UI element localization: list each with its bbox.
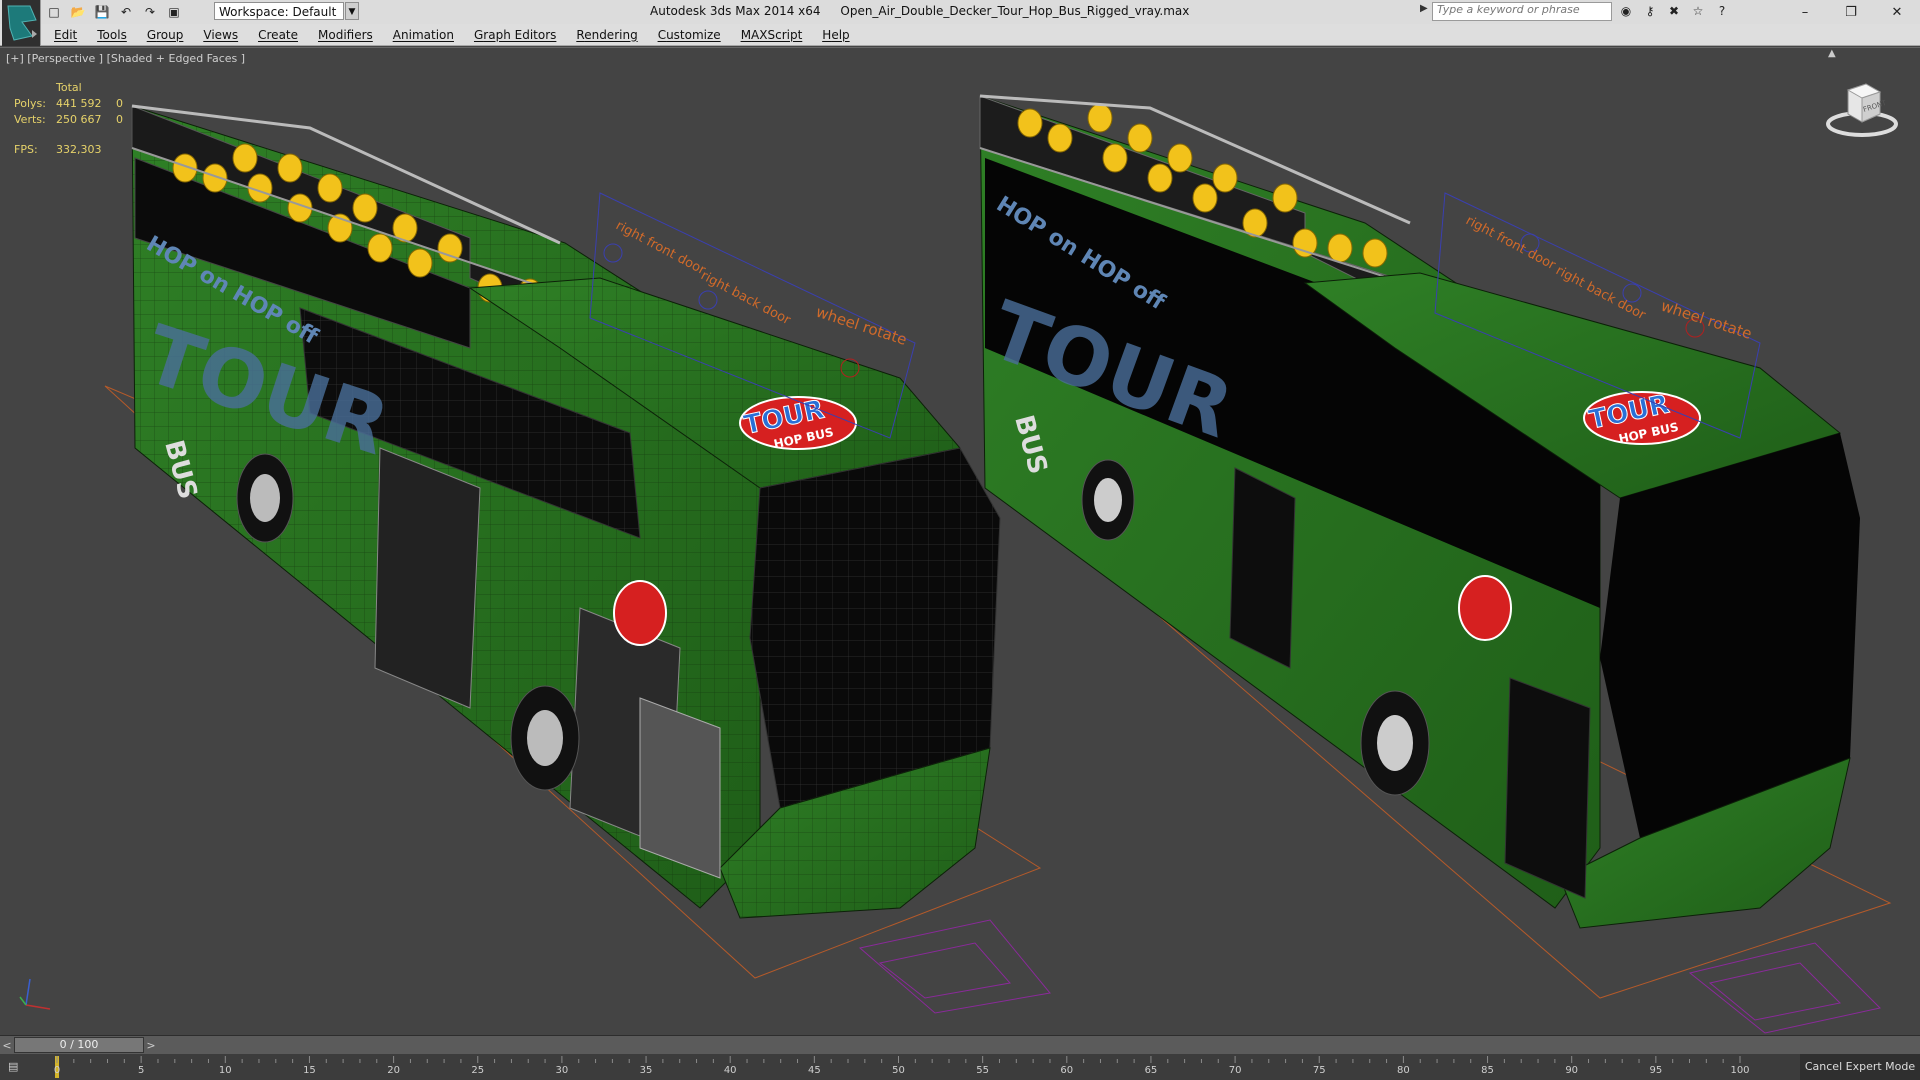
frame-tick-label: 80: [1397, 1065, 1410, 1076]
frame-tick-label: 10: [218, 1065, 232, 1076]
menu-bar: Edit Tools Group Views Create Modifiers …: [0, 24, 1920, 46]
binoculars-icon[interactable]: ◉: [1616, 2, 1636, 20]
menu-create[interactable]: Create: [258, 28, 298, 42]
fps-label: FPS:: [14, 143, 38, 156]
quick-access-toolbar: □ 📂 💾 ↶ ↷ ▣: [44, 2, 184, 22]
frame-tick-label: 35: [639, 1065, 653, 1076]
frame-tick-label: 75: [1312, 1065, 1326, 1076]
polys-label: Polys:: [14, 97, 46, 110]
title-bar: □ 📂 💾 ↶ ↷ ▣ Workspace: Default ▼ Autodes…: [0, 0, 1920, 46]
menu-animation[interactable]: Animation: [393, 28, 454, 42]
frame-tick-label: 0: [53, 1065, 61, 1076]
frame-tick-label: 100: [1730, 1065, 1750, 1076]
app-logo-icon: [7, 5, 37, 41]
verts-selected: 0: [116, 113, 123, 126]
frame-tick-label: 85: [1481, 1065, 1494, 1076]
window-title: Autodesk 3ds Max 2014 x64 Open_Air_Doubl…: [650, 4, 1205, 18]
polys-selected: 0: [116, 97, 123, 110]
verts-value: 250 667: [56, 113, 102, 126]
exchange-icon[interactable]: ✖: [1664, 2, 1684, 20]
viewport-label-menu[interactable]: [+] [Perspective ] [Shaded + Edged Faces…: [6, 52, 245, 65]
frame-tick-label: 70: [1228, 1065, 1242, 1076]
frame-tick-label: 30: [555, 1065, 569, 1076]
frame-tick-label: 40: [723, 1065, 737, 1076]
key-icon[interactable]: ⚷: [1640, 2, 1660, 20]
frame-tick-label: 20: [387, 1065, 400, 1076]
frame-tick-label: 5: [137, 1065, 145, 1076]
close-icon[interactable]: ✕: [1874, 0, 1920, 24]
menu-tools[interactable]: Tools: [97, 28, 127, 42]
project-folder-icon[interactable]: ▣: [164, 3, 184, 21]
time-slider[interactable]: 0 / 100: [14, 1037, 144, 1053]
helper-label-right-2: wheel rotate: [1659, 297, 1754, 343]
app-menu-button[interactable]: [2, 0, 41, 46]
bus-left-side-logo: [613, 580, 667, 646]
redo-icon[interactable]: ↷: [140, 3, 160, 21]
help-icon[interactable]: ?: [1712, 2, 1732, 20]
polys-value: 441 592: [56, 97, 102, 110]
bus-left[interactable]: HOP on HOP off TOUR BUS TOUR HOP BUS rig…: [104, 104, 1051, 1014]
perspective-viewport[interactable]: HOP on HOP off TOUR BUS TOUR HOP BUS rig…: [0, 47, 1920, 1035]
menu-views[interactable]: Views: [203, 28, 238, 42]
frame-tick-label: 90: [1565, 1065, 1579, 1076]
menu-customize[interactable]: Customize: [658, 28, 721, 42]
menu-modifiers[interactable]: Modifiers: [318, 28, 373, 42]
search-expand-icon[interactable]: ▶: [1420, 3, 1428, 14]
track-bar-config-icon[interactable]: ▤: [8, 1060, 30, 1074]
file-name: Open_Air_Double_Decker_Tour_Hop_Bus_Rigg…: [840, 4, 1190, 18]
helper-label-left-2: wheel rotate: [814, 303, 909, 349]
frame-tick-label: 65: [1144, 1065, 1158, 1076]
chevron-down-icon[interactable]: ▼: [345, 2, 359, 20]
viewcube[interactable]: FRONT: [1826, 74, 1898, 138]
stats-total-header: Total: [56, 81, 82, 94]
open-file-icon[interactable]: 📂: [68, 3, 88, 21]
app-name: Autodesk 3ds Max 2014 x64: [650, 4, 821, 18]
dummy-helper-left: [858, 919, 1051, 1014]
workspace-dropdown[interactable]: Workspace: Default: [214, 2, 344, 20]
bus-right-side-logo: [1458, 575, 1512, 641]
verts-label: Verts:: [14, 113, 46, 126]
new-file-icon[interactable]: □: [44, 3, 64, 21]
menu-maxscript[interactable]: MAXScript: [741, 28, 803, 42]
time-next-button[interactable]: >: [144, 1036, 158, 1055]
menu-help[interactable]: Help: [822, 28, 849, 42]
menu-group[interactable]: Group: [147, 28, 184, 42]
window-controls: – ❐ ✕: [1782, 0, 1920, 24]
infocenter-tools: ◉ ⚷ ✖ ☆ ?: [1616, 2, 1732, 20]
bus-right[interactable]: HOP on HOP off TOUR BUS TOUR HOP BUS rig…: [979, 94, 1892, 1034]
minimize-icon[interactable]: –: [1782, 0, 1828, 24]
helper-text-left: [925, 968, 931, 981]
save-file-icon[interactable]: 💾: [92, 3, 112, 21]
lock-icon[interactable]: ▲: [1828, 48, 1836, 59]
time-slider-bar: < 0 / 100 >: [0, 1035, 1920, 1055]
frame-tick-label: 50: [892, 1065, 905, 1076]
frame-tick-label: 95: [1649, 1065, 1663, 1076]
frame-tick-label: 55: [976, 1065, 990, 1076]
axis-tripod-icon: [19, 978, 51, 1010]
helper-label-left-0: right front door: [613, 218, 708, 278]
frame-tick-label: 45: [807, 1065, 821, 1076]
restore-icon[interactable]: ❐: [1828, 0, 1874, 24]
dummy-helper-right: [1688, 942, 1882, 1034]
frame-tick-label: 60: [1060, 1065, 1074, 1076]
track-bar: ▤ 0 5 10 15 20 25 30 35 40 45 50 55 60 65 70 75 80 85 90 95…: [0, 1054, 1920, 1080]
helper-label-right-0: right front door: [1463, 213, 1558, 273]
menu-graph-editors[interactable]: Graph Editors: [474, 28, 556, 42]
time-prev-button[interactable]: <: [0, 1036, 14, 1055]
menu-edit[interactable]: Edit: [54, 28, 77, 42]
undo-icon[interactable]: ↶: [116, 3, 136, 21]
cancel-expert-mode-button[interactable]: Cancel Expert Mode: [1800, 1054, 1920, 1080]
viewport-statistics: Total Polys: 441 592 0 Verts: 250 667 0 …: [14, 81, 123, 159]
star-icon[interactable]: ☆: [1688, 2, 1708, 20]
scene-render: HOP on HOP off TOUR BUS TOUR HOP BUS rig…: [104, 94, 1892, 1034]
search-input[interactable]: Type a keyword or phrase: [1432, 2, 1612, 21]
fps-value: 332,303: [56, 143, 102, 156]
frame-tick-label: 15: [303, 1065, 316, 1076]
menu-rendering[interactable]: Rendering: [576, 28, 637, 42]
frame-tick-label: 25: [471, 1065, 485, 1076]
